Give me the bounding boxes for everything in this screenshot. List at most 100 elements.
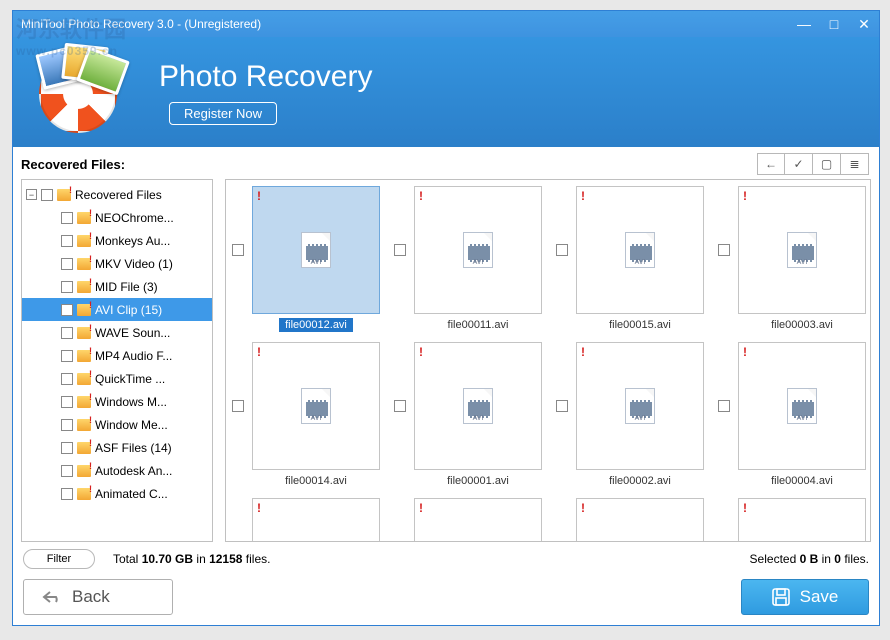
warning-icon: ! [581,345,585,359]
file-thumbnail[interactable]: !AVI [738,186,866,314]
file-cell[interactable]: !AVI file00003.avi [718,186,868,332]
view-list-button[interactable]: ≣ [841,153,869,175]
tree-checkbox[interactable] [61,465,73,477]
tree-root[interactable]: − Recovered Files [22,183,212,206]
file-cell[interactable]: !AVIfile00015.avi [556,186,706,332]
file-checkbox[interactable] [556,400,568,412]
file-checkbox[interactable] [718,400,730,412]
file-cell[interactable]: !AVI [556,498,706,542]
warning-icon: ! [419,189,423,203]
tree-item-label: NEOChrome... [95,211,174,225]
file-checkbox[interactable] [718,244,730,256]
tree-item[interactable]: MKV Video (1) [22,252,212,275]
tree-checkbox[interactable] [61,373,73,385]
tree-item[interactable]: Monkeys Au... [22,229,212,252]
tree-checkbox[interactable] [61,419,73,431]
nav-back-button[interactable]: ← [757,153,785,175]
folder-icon [77,258,91,270]
avi-file-icon: AVI [301,232,331,268]
file-cell[interactable]: !AVIfile00011.avi [394,186,544,332]
file-thumbnail[interactable]: !AVI [252,186,380,314]
file-checkbox[interactable] [232,400,244,412]
tree-checkbox[interactable] [61,212,73,224]
tree-checkbox[interactable] [61,258,73,270]
tree-checkbox[interactable] [41,189,53,201]
tree-checkbox[interactable] [61,396,73,408]
tree-checkbox[interactable] [61,350,73,362]
file-checkbox[interactable] [556,244,568,256]
file-cell[interactable]: !AVI [394,498,544,542]
file-grid[interactable]: !AVIfile00012.avi!AVIfile00011.avi!AVIfi… [225,179,871,542]
save-button-label: Save [800,587,839,607]
tree-item-label: MKV Video (1) [95,257,173,271]
file-thumbnail[interactable]: !AVI [414,186,542,314]
tree-item[interactable]: Autodesk An... [22,459,212,482]
file-thumbnail[interactable]: !AVI [252,498,380,542]
tree-item-label: MID File (3) [95,280,158,294]
file-name: file00002.avi [603,474,677,488]
avi-file-icon: AVI [301,388,331,424]
grid-icon: ▢ [821,157,832,171]
folder-icon [77,281,91,293]
minimize-button[interactable]: — [789,14,819,34]
tree-item[interactable]: NEOChrome... [22,206,212,229]
tree-checkbox[interactable] [61,235,73,247]
file-thumbnail[interactable]: !AVI [414,498,542,542]
file-cell[interactable]: !AVI file00002.avi [556,342,706,488]
file-cell[interactable]: !AVIfile00004.avi [718,342,868,488]
tree-item[interactable]: MP4 Audio F... [22,344,212,367]
tree-item[interactable]: MID File (3) [22,275,212,298]
tree-checkbox[interactable] [61,327,73,339]
footer: Back Save [13,573,879,625]
back-button-label: Back [72,587,110,607]
file-checkbox[interactable] [232,244,244,256]
file-cell[interactable]: !AVI file00001.avi [394,342,544,488]
tree-item[interactable]: AVI Clip (15) [22,298,212,321]
tree-checkbox[interactable] [61,488,73,500]
tree-item[interactable]: WAVE Soun... [22,321,212,344]
tree-item-label: Animated C... [95,487,168,501]
tree-item-label: AVI Clip (15) [95,303,162,317]
register-button[interactable]: Register Now [169,102,277,125]
tree-checkbox[interactable] [61,281,73,293]
maximize-button[interactable]: □ [819,14,849,34]
tree-item[interactable]: Animated C... [22,482,212,505]
view-grid-button[interactable]: ▢ [813,153,841,175]
save-button[interactable]: Save [741,579,869,615]
file-thumbnail[interactable]: !AVI [414,342,542,470]
tree-item[interactable]: Window Me... [22,413,212,436]
file-cell[interactable]: !AVIfile00014.avi [232,342,382,488]
tree-item[interactable]: ASF Files (14) [22,436,212,459]
back-button[interactable]: Back [23,579,173,615]
file-cell[interactable]: !AVI [718,498,868,542]
file-name: file00003.avi [765,318,839,332]
avi-file-icon: AVI [787,232,817,268]
folder-icon [77,442,91,454]
warning-icon: ! [257,501,261,515]
close-button[interactable]: ✕ [849,14,879,34]
file-thumbnail[interactable]: !AVI [576,498,704,542]
file-thumbnail[interactable]: !AVI [576,342,704,470]
file-checkbox[interactable] [394,400,406,412]
tree-checkbox[interactable] [61,304,73,316]
tree-checkbox[interactable] [61,442,73,454]
filter-button[interactable]: Filter [23,549,95,569]
tree-item[interactable]: QuickTime ... [22,367,212,390]
folder-icon [77,350,91,362]
file-thumbnail[interactable]: !AVI [252,342,380,470]
file-thumbnail[interactable]: !AVI [738,342,866,470]
collapse-icon[interactable]: − [26,189,37,200]
select-all-button[interactable]: ✓ [785,153,813,175]
tree-item[interactable]: Windows M... [22,390,212,413]
warning-icon: ! [743,345,747,359]
file-cell[interactable]: !AVIfile00012.avi [232,186,382,332]
warning-icon: ! [419,345,423,359]
app-logo [35,49,135,135]
file-thumbnail[interactable]: !AVI [576,186,704,314]
file-thumbnail[interactable]: !AVI [738,498,866,542]
status-bar: Filter Total 10.70 GB in 12158 files. Se… [13,542,879,573]
file-cell[interactable]: !AVI [232,498,382,542]
folder-tree[interactable]: − Recovered Files NEOChrome... Monkeys Au… [21,179,213,542]
file-checkbox[interactable] [394,244,406,256]
file-name: file00001.avi [441,474,515,488]
